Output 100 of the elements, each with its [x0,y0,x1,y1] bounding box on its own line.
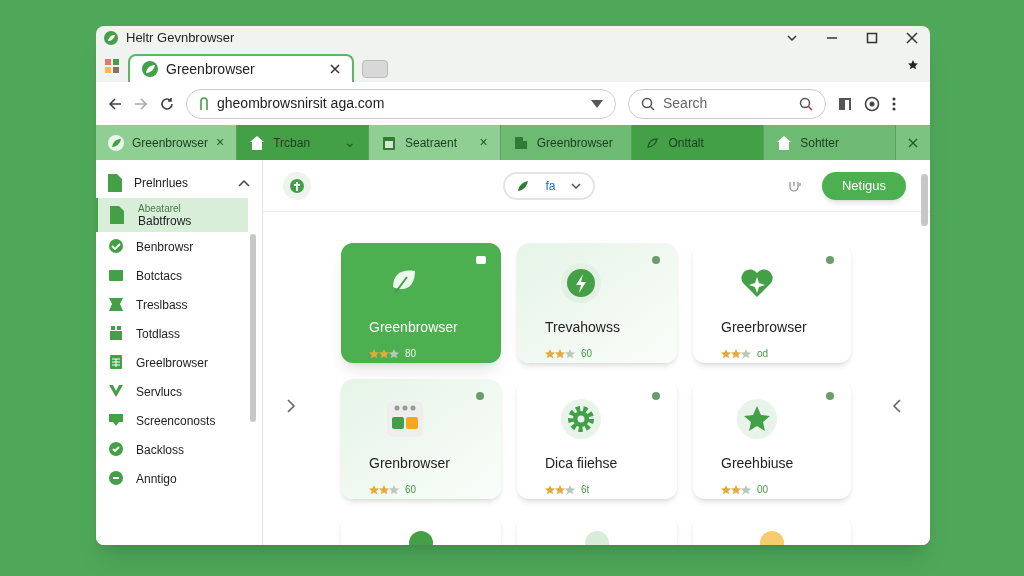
document-icon [108,174,122,192]
flag-icon [108,295,124,314]
caret-icon[interactable] [238,179,250,187]
rating-value: 60 [405,483,417,497]
star-icon [565,348,575,359]
app-card[interactable]: Grenbrowser 60 [341,379,501,499]
bookmark-tab[interactable]: Sohtter [764,125,896,160]
browser-tab[interactable]: Greenbrowser [128,54,354,82]
scrollbar[interactable] [921,174,928,226]
dot-icon [825,255,837,265]
close-icon[interactable] [330,64,340,74]
star-icon [369,484,379,495]
dot-icon [651,255,663,265]
star-icon [379,484,389,495]
chevron-down-icon[interactable] [786,32,798,44]
sidebar-item[interactable]: Abeatarel Babtfrows [96,198,248,232]
gear-icon [561,399,601,439]
sidebar-item[interactable]: Screenconosts [96,406,248,435]
sidebar-item[interactable]: Servlucs [96,377,248,406]
leaf-icon [517,179,530,192]
bookmark-tab[interactable]: Greenbrowser [500,125,633,160]
leaf-icon [142,61,158,77]
home-icon [776,134,793,151]
scrollbar[interactable] [250,234,256,422]
calendar-icon [380,134,397,151]
star-icon [369,348,379,359]
check-circle-icon [108,237,124,256]
star-icon[interactable] [908,60,918,70]
app-grid-icon[interactable] [104,58,120,74]
table-icon [108,353,124,372]
sidebar-item[interactable]: Benbrowsr [96,232,248,261]
star-icon [741,484,751,495]
close-icon[interactable] [906,32,918,44]
sidebar-header[interactable]: Prelnrlues [134,174,226,192]
back-icon[interactable] [108,96,122,111]
star-icon [379,348,389,359]
app-card[interactable]: Greerbrowser od [693,243,851,363]
rating-value: 00 [757,483,769,497]
tab-action-icon[interactable]: × [479,132,488,153]
bookmark-tab[interactable]: Trcban ⌄ [237,125,369,160]
rating-value: 60 [581,347,593,361]
app-card[interactable]: Dica fiiehse 6t [517,379,677,499]
leaf-logo-icon [104,31,118,45]
star-icon [389,348,399,359]
star-icon [731,348,741,359]
chevron-down-icon [571,181,582,190]
sidebar-item[interactable]: Anntigo [96,464,248,493]
bookmark-tab[interactable]: Seatraent × [368,125,501,160]
star-icon [565,484,575,495]
rating-value: od [757,347,769,361]
document-icon [110,206,126,224]
app-card[interactable]: Trevahowss 60 [517,243,677,363]
sidebar-item[interactable]: Totdlass [96,319,248,348]
tree-icon[interactable] [283,171,311,200]
reload-icon[interactable] [160,96,174,111]
home-icon [249,134,266,151]
dot-icon [651,391,663,401]
zoom-icon[interactable] [799,96,813,111]
sidebar-item-sublabel: Abeatarel [138,203,182,215]
bookmark-icon[interactable] [838,96,852,111]
bookmark-tab[interactable]: Greenbrowser × [96,125,238,160]
menu-icon[interactable] [892,96,896,111]
card-title: Greenbrowser [369,318,459,337]
toggle-app-icon [385,399,425,439]
dropdown-caret-icon[interactable] [591,99,603,108]
profile-icon[interactable] [864,95,880,112]
star-icon [389,484,399,495]
star-icon [545,484,555,495]
dot-icon [475,391,487,401]
sidebar-item-label: Babtfrows [138,215,192,227]
lightning-icon [561,263,601,303]
card-title: Grenbrowser [369,454,451,473]
rating-value: 6t [581,483,590,497]
leaf-icon [108,134,124,151]
star-icon [555,348,565,359]
minus-circle-icon [108,469,124,488]
sidebar-item[interactable]: Botctacs [96,261,248,290]
sidebar-item[interactable]: Backloss [96,435,248,464]
view-switcher[interactable]: fa [503,171,596,200]
rating-value: 80 [405,347,417,361]
app-card[interactable] [341,515,501,545]
window-title: Heltr Gevnbrowser [126,29,235,48]
bookmark-tab[interactable]: Onttalt [632,125,765,160]
badge-icon [475,255,487,265]
app-card[interactable]: Greehbiuse 00 [693,379,851,499]
sidebar-item[interactable]: Greelbrowser [96,348,248,377]
maximize-icon[interactable] [866,32,878,44]
card-title: Greerbrowser [721,318,808,337]
search-input[interactable]: Search [663,93,791,114]
star-icon [545,348,555,359]
tab-action-icon[interactable]: × [216,132,225,153]
star-icon [721,484,731,495]
sidebar-item[interactable]: Treslbass [96,290,248,319]
check-circle-icon [108,440,124,459]
grid-icon [108,324,124,343]
card-title: Dica fiiehse [545,454,619,473]
card-title: Greehbiuse [721,454,795,473]
building-icon [512,134,529,151]
card-title: Trevahowss [545,318,621,337]
star-icon [721,348,731,359]
